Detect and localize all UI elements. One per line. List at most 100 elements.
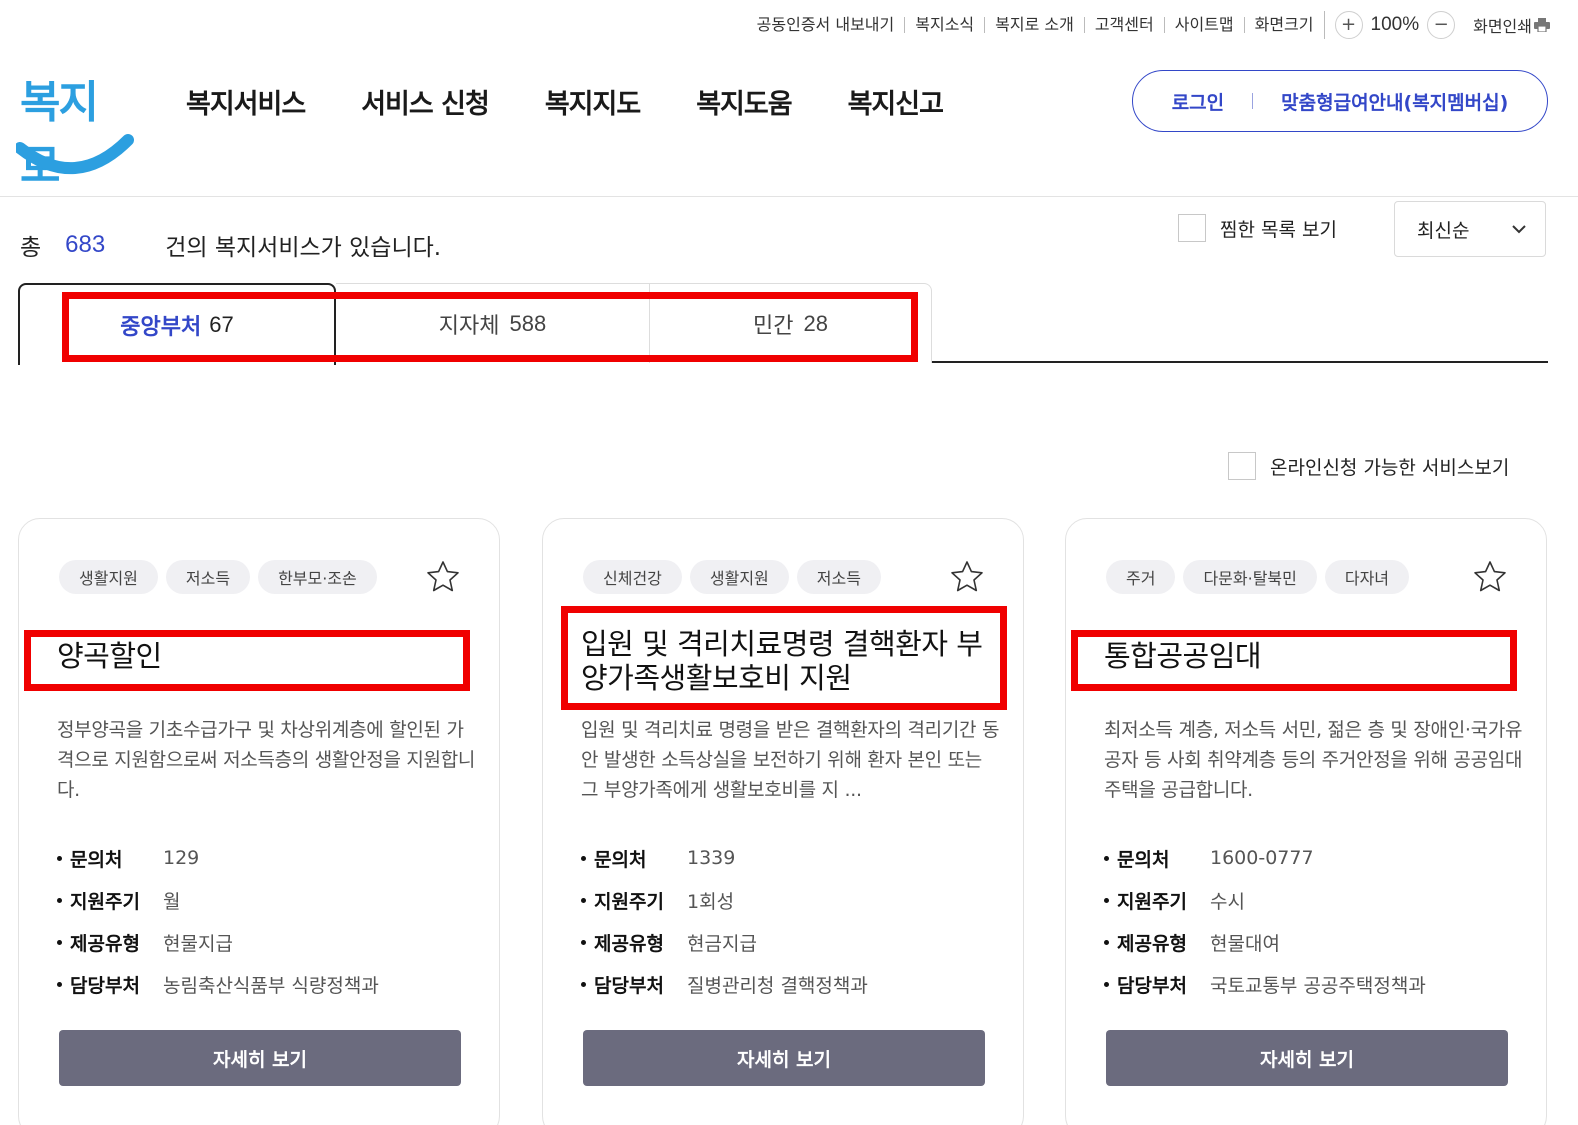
star-icon[interactable] (949, 559, 985, 595)
star-icon[interactable] (425, 559, 461, 595)
zoom-out-button[interactable]: − (1427, 11, 1456, 39)
card-title[interactable]: 입원 및 격리치료명령 결핵환자 부양가족생활보호비 지원 (581, 627, 1001, 695)
tab-local-government[interactable]: 지자체 588 (336, 283, 650, 363)
card-title[interactable]: 통합공공임대 (1104, 639, 1524, 673)
sort-select[interactable]: 최신순 (1394, 201, 1546, 257)
info-key: 제공유형 (57, 929, 163, 956)
cert-export-link[interactable]: 공동인증서 내보내기 (747, 17, 905, 33)
tab-count: 28 (803, 310, 828, 336)
tab-count: 588 (509, 310, 547, 336)
info-row: 문의처 1339 (581, 837, 1001, 879)
utility-bar: 공동인증서 내보내기 복지소식 복지로 소개 고객센터 사이트맵 화면크기 + … (747, 10, 1550, 40)
logo[interactable]: 복지로 (16, 64, 134, 192)
info-key: 지원주기 (581, 887, 687, 914)
info-row: 담당부처 질병관리청 결핵정책과 (581, 963, 1001, 1005)
nav-welfare-help[interactable]: 복지도움 (696, 82, 792, 121)
nav-service-apply[interactable]: 서비스 신청 (361, 82, 490, 121)
tag: 생활지원 (689, 560, 789, 594)
tab-private[interactable]: 민간 28 (650, 283, 932, 363)
tag: 저소득 (165, 560, 251, 594)
tag-list: 생활지원 저소득 한부모·조손 (59, 560, 385, 594)
total-suffix: 건의 복지서비스가 있습니다. (165, 235, 442, 261)
news-link[interactable]: 복지소식 (904, 17, 984, 33)
favorites-checkbox[interactable] (1178, 214, 1206, 242)
card-info: 문의처 1339 지원주기 1회성 제공유형 현금지급 담당부처 질병관리청 결핵정책과 (581, 837, 1001, 1005)
customer-center-link[interactable]: 고객센터 (1083, 17, 1164, 33)
tab-label: 민간 (753, 313, 794, 339)
info-row: 제공유형 현물지급 (57, 921, 477, 963)
info-row: 제공유형 현금지급 (581, 921, 1001, 963)
card-description: 입원 및 격리치료 명령을 받은 결핵환자의 격리기간 동안 발생한 소득상실을… (581, 719, 1000, 801)
card-description: 최저소득 계층, 저소득 서민, 젊은 층 및 장애인·국가유공자 등 사회 취… (1104, 719, 1523, 801)
info-row: 제공유형 현물대여 (1104, 921, 1524, 963)
tab-count: 67 (209, 312, 234, 337)
nav-welfare-report[interactable]: 복지신고 (848, 82, 944, 121)
print-button[interactable]: 화면인쇄 (1473, 13, 1550, 37)
tag: 다자녀 (1324, 560, 1410, 594)
tab-central-government[interactable]: 중앙부처 67 (18, 283, 336, 365)
detail-button[interactable]: 자세히 보기 (1106, 1030, 1508, 1086)
favorites-label: 찜한 목록 보기 (1220, 218, 1337, 241)
online-apply-checkbox[interactable] (1228, 452, 1256, 480)
result-summary: 총 683 건의 복지서비스가 있습니다. (20, 228, 441, 262)
info-key: 문의처 (581, 845, 687, 872)
info-key: 문의처 (1104, 845, 1210, 872)
info-value: 현물지급 (163, 932, 233, 955)
main-nav: 복지서비스 서비스 신청 복지지도 복지도움 복지신고 (186, 82, 999, 121)
favorites-filter[interactable]: 찜한 목록 보기 (1178, 214, 1337, 242)
card-info: 문의처 129 지원주기 월 제공유형 현물지급 담당부처 농림축산식품부 식량정책과 (57, 837, 477, 1005)
tag: 저소득 (796, 560, 881, 594)
info-key: 제공유형 (1104, 929, 1210, 956)
info-row: 지원주기 월 (57, 879, 477, 921)
tag-list: 주거 다문화·탈북민 다자녀 (1106, 560, 1417, 594)
card-description: 정부양곡을 기초수급가구 및 차상위계층에 할인된 가격으로 지원함으로써 저소… (57, 719, 476, 801)
info-value: 국토교통부 공공주택정책과 (1210, 974, 1426, 997)
service-card: 신체건강 생활지원 저소득 입원 및 격리치료명령 결핵환자 부양가족생활보호비… (542, 518, 1024, 1125)
tag-list: 신체건강 생활지원 저소득 (583, 560, 889, 594)
login-area: 로그인 맞춤형급여안내(복지멤버십) (1132, 70, 1548, 132)
membership-button[interactable]: 맞춤형급여안내(복지멤버십) (1281, 88, 1508, 115)
nav-welfare-service[interactable]: 복지서비스 (186, 82, 306, 121)
info-value: 현물대여 (1210, 932, 1280, 955)
card-title[interactable]: 양곡할인 (57, 639, 477, 673)
nav-welfare-map[interactable]: 복지지도 (545, 82, 641, 121)
detail-button[interactable]: 자세히 보기 (59, 1030, 461, 1086)
category-tabs: 중앙부처 67 지자체 588 민간 28 (18, 283, 1548, 365)
printer-icon (1534, 18, 1550, 32)
info-row: 문의처 1600-0777 (1104, 837, 1524, 879)
info-value: 129 (163, 847, 200, 869)
info-value: 1600-0777 (1210, 847, 1314, 869)
info-row: 지원주기 1회성 (581, 879, 1001, 921)
info-row: 담당부처 국토교통부 공공주택정책과 (1104, 963, 1524, 1005)
print-label: 화면인쇄 (1473, 17, 1532, 36)
header: 복지로 복지서비스 서비스 신청 복지지도 복지도움 복지신고 로그인 맞춤형급… (0, 52, 1578, 197)
info-value: 농림축산식품부 식량정책과 (163, 974, 379, 997)
sort-value: 최신순 (1417, 219, 1470, 242)
card-info: 문의처 1600-0777 지원주기 수시 제공유형 현물대여 담당부처 국토교통부 공… (1104, 837, 1524, 1005)
logo-smile-icon (16, 134, 134, 174)
chevron-down-icon (1512, 225, 1526, 234)
service-card: 생활지원 저소득 한부모·조손 양곡할인 정부양곡을 기초수급가구 및 차상위계… (18, 518, 500, 1125)
online-apply-filter[interactable]: 온라인신청 가능한 서비스보기 (1228, 452, 1509, 480)
star-icon[interactable] (1472, 559, 1508, 595)
zoom-in-button[interactable]: + (1334, 11, 1363, 39)
login-button[interactable]: 로그인 (1172, 88, 1224, 115)
info-value: 수시 (1210, 890, 1245, 913)
tag: 생활지원 (59, 560, 158, 594)
info-row: 담당부처 농림축산식품부 식량정책과 (57, 963, 477, 1005)
info-key: 지원주기 (1104, 887, 1210, 914)
info-key: 문의처 (57, 845, 163, 872)
tag: 한부모·조손 (258, 560, 377, 594)
info-row: 지원주기 수시 (1104, 879, 1524, 921)
info-key: 지원주기 (57, 887, 163, 914)
detail-button[interactable]: 자세히 보기 (583, 1030, 985, 1086)
service-card: 주거 다문화·탈북민 다자녀 통합공공임대 최저소득 계층, 저소득 서민, 젊… (1065, 518, 1547, 1125)
info-row: 문의처 129 (57, 837, 477, 879)
tag: 다문화·탈북민 (1183, 560, 1317, 594)
about-link[interactable]: 복지로 소개 (984, 17, 1084, 33)
info-key: 담당부처 (57, 971, 163, 998)
online-apply-label: 온라인신청 가능한 서비스보기 (1270, 456, 1510, 479)
sitemap-link[interactable]: 사이트맵 (1163, 17, 1244, 33)
info-key: 담당부처 (1104, 971, 1210, 998)
info-key: 제공유형 (581, 929, 687, 956)
